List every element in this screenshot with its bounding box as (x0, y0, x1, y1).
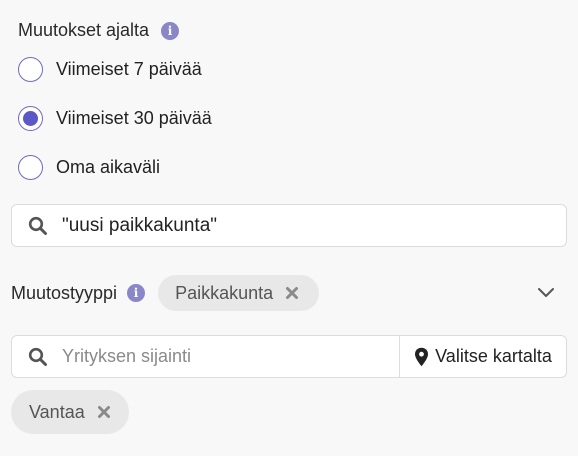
chip-label: Paikkakunta (175, 282, 274, 303)
info-icon[interactable]: i (161, 21, 180, 40)
map-pin-icon (415, 347, 429, 366)
select-from-map-button[interactable]: Valitse kartalta (399, 336, 566, 377)
change-type-chip: Paikkakunta (158, 275, 320, 311)
change-type-row: Muutostyyppi i Paikkakunta (11, 274, 567, 312)
radio-button-selected[interactable] (18, 106, 43, 131)
change-type-label: Muutostyyppi (11, 282, 118, 303)
radio-label: Viimeiset 7 päivää (56, 59, 202, 79)
radio-button[interactable] (18, 57, 43, 82)
search-icon (28, 347, 47, 366)
period-label: Muutokset ajalta (18, 20, 150, 40)
period-label-row: Muutokset ajalta i (18, 20, 180, 41)
radio-last-7-days[interactable]: Viimeiset 7 päivää (18, 57, 202, 82)
search-field[interactable]: "uusi paikkakunta" (11, 204, 567, 247)
search-icon (28, 216, 47, 235)
radio-button[interactable] (18, 155, 43, 180)
select-from-map-label: Valitse kartalta (435, 346, 552, 366)
info-icon[interactable]: i (127, 284, 146, 302)
chip-label: Vantaa (29, 401, 85, 422)
radio-last-30-days[interactable]: Viimeiset 30 päivää (18, 106, 212, 131)
remove-chip-icon[interactable] (285, 286, 299, 300)
search-value[interactable]: "uusi paikkakunta" (62, 215, 217, 237)
chevron-down-icon[interactable] (537, 283, 555, 301)
location-field[interactable]: Valitse kartalta (11, 335, 567, 378)
radio-label: Viimeiset 30 päivää (56, 108, 212, 128)
location-chip: Vantaa (11, 390, 129, 434)
location-input[interactable] (62, 346, 382, 367)
radio-selected-dot (23, 111, 38, 126)
remove-chip-icon[interactable] (97, 405, 111, 419)
radio-custom-range[interactable]: Oma aikaväli (18, 155, 160, 180)
radio-label: Oma aikaväli (56, 157, 161, 177)
